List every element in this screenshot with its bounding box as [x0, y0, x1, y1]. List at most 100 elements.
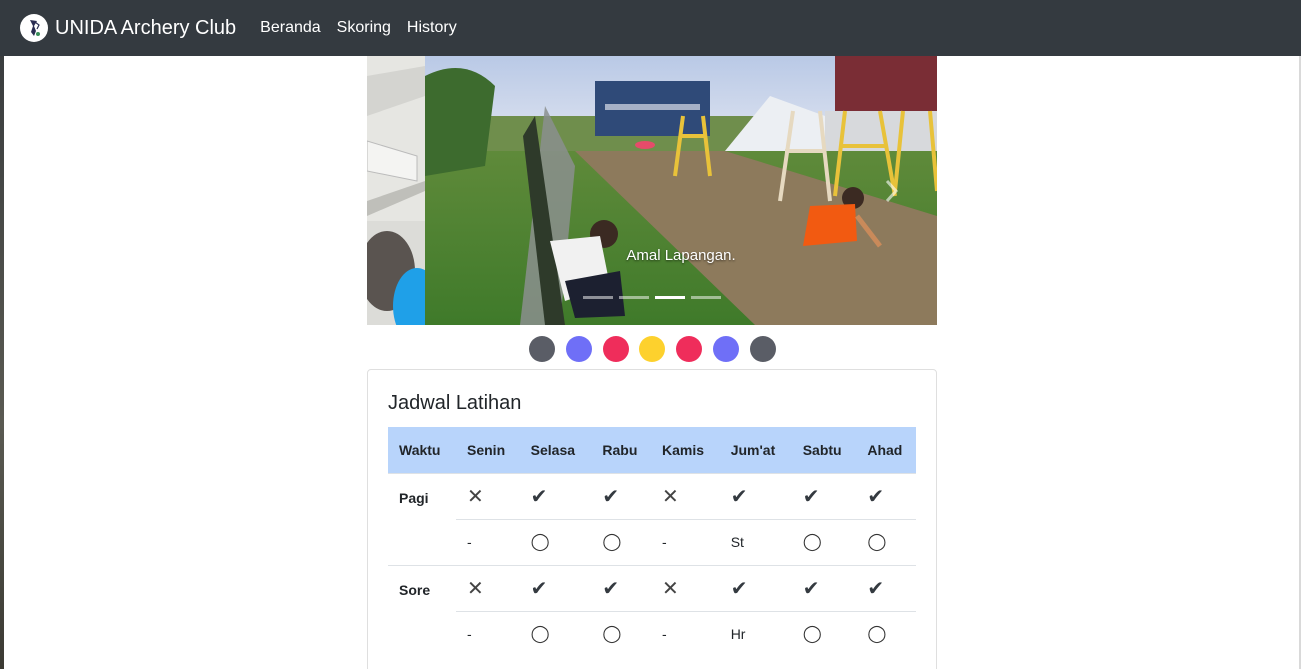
- check-icon: ✔: [602, 485, 620, 508]
- schedule-cell: ✔: [519, 564, 592, 611]
- schedule-cell: ✔: [856, 564, 916, 611]
- schedule-cell: ✔: [791, 472, 857, 519]
- carousel-caption: Amal Lapangan.: [626, 247, 736, 264]
- nav-link-skoring[interactable]: Skoring: [337, 19, 391, 37]
- carousel-indicator[interactable]: [691, 296, 721, 299]
- schedule-cell-text: -: [467, 534, 472, 550]
- schedule-cell: ✔: [591, 472, 651, 519]
- schedule-cell: -: [650, 518, 720, 565]
- color-dot[interactable]: [676, 336, 703, 362]
- nav-links: Beranda Skoring History: [252, 19, 465, 37]
- check-icon: ✔: [530, 485, 548, 508]
- schedule-cell: ◯: [856, 610, 916, 657]
- color-dot[interactable]: [602, 336, 629, 362]
- schedule-cell: ✔: [519, 472, 592, 519]
- header-selasa: Selasa: [519, 427, 592, 473]
- nav-link-beranda[interactable]: Beranda: [260, 19, 321, 37]
- club-logo-icon: [20, 14, 48, 42]
- schedule-cell: ◯: [791, 518, 857, 565]
- header-ahad: Ahad: [856, 427, 916, 473]
- header-kamis: Kamis: [650, 427, 720, 473]
- check-icon: ✔: [802, 485, 820, 508]
- schedule-cell: -: [650, 610, 720, 657]
- header-jumat: Jum'at: [719, 427, 792, 473]
- circle-icon: ◯: [802, 624, 822, 644]
- circle-icon: ◯: [867, 624, 887, 644]
- schedule-cell: -: [456, 610, 520, 657]
- carousel-next-button[interactable]: [882, 176, 902, 206]
- schedule-cell: ✕: [456, 564, 520, 611]
- circle-icon: ◯: [602, 624, 622, 644]
- carousel-active-slide-image: [425, 56, 937, 325]
- schedule-card: Jadwal Latihan Waktu Senin Selasa Rabu K…: [367, 369, 937, 669]
- schedule-cell-text: -: [661, 626, 667, 643]
- schedule-time-label: Pagi: [388, 472, 456, 565]
- schedule-cell-text: Hr: [730, 626, 746, 643]
- brand-title: UNIDA Archery Club: [55, 16, 237, 39]
- color-dot[interactable]: [529, 336, 555, 362]
- schedule-cell: ✔: [591, 564, 651, 611]
- check-icon: ✔: [802, 577, 820, 600]
- color-dot[interactable]: [639, 336, 666, 362]
- carousel-indicator-active[interactable]: [655, 296, 685, 299]
- header-sabtu: Sabtu: [791, 427, 857, 473]
- schedule-cell: -: [456, 518, 520, 565]
- schedule-cell: ✕: [650, 472, 720, 519]
- carousel-indicators: [583, 296, 727, 299]
- color-dot[interactable]: [565, 336, 592, 362]
- schedule-cell: ✔: [719, 564, 792, 611]
- circle-icon: ◯: [530, 532, 550, 551]
- color-dot-row: [529, 336, 787, 362]
- image-carousel[interactable]: Amal Lapangan.: [367, 56, 937, 325]
- schedule-cell: ◯: [519, 610, 592, 657]
- circle-icon: ◯: [602, 532, 622, 551]
- schedule-title: Jadwal Latihan: [388, 392, 522, 414]
- check-icon: ✔: [530, 577, 548, 600]
- schedule-cell: Hr: [719, 610, 792, 657]
- cross-icon: ✕: [661, 485, 679, 508]
- nav-link-history[interactable]: History: [407, 19, 457, 37]
- schedule-table: Waktu Senin Selasa Rabu Kamis Jum'at Sab…: [388, 427, 916, 657]
- schedule-cell: ✔: [856, 472, 916, 519]
- check-icon: ✔: [730, 485, 748, 508]
- schedule-cell: ◯: [519, 518, 592, 565]
- schedule-cell: ◯: [591, 518, 651, 565]
- schedule-cell-text: -: [661, 534, 667, 550]
- check-icon: ✔: [730, 577, 748, 600]
- schedule-cell-text: St: [730, 534, 744, 550]
- schedule-cell: ✕: [456, 472, 520, 519]
- header-senin: Senin: [456, 427, 520, 473]
- color-dot[interactable]: [712, 336, 739, 362]
- navbar: UNIDA Archery Club Beranda Skoring Histo…: [0, 0, 1301, 56]
- schedule-cell: ◯: [591, 610, 651, 657]
- schedule-cell: ✔: [719, 472, 792, 519]
- schedule-cell: ✔: [791, 564, 857, 611]
- color-dot[interactable]: [749, 336, 776, 362]
- navbar-brand[interactable]: UNIDA Archery Club: [20, 14, 236, 42]
- schedule-row: Sore ✕ ✔ ✔ ✕ ✔ ✔ ✔: [388, 564, 916, 657]
- schedule-time-label: Sore: [388, 564, 456, 657]
- cross-icon: ✕: [661, 577, 679, 600]
- page-left-edge: [0, 56, 4, 669]
- circle-icon: ◯: [802, 532, 822, 551]
- schedule-row: - ◯ ◯ - St ◯ ◯: [388, 518, 916, 565]
- cross-icon: ✕: [467, 485, 484, 508]
- circle-icon: ◯: [530, 624, 550, 644]
- header-waktu: Waktu: [388, 427, 456, 473]
- header-rabu: Rabu: [591, 427, 651, 473]
- schedule-cell-text: -: [467, 626, 472, 643]
- circle-icon: ◯: [867, 532, 887, 551]
- carousel-indicator[interactable]: [583, 296, 613, 299]
- chevron-right-icon: [885, 179, 899, 203]
- carousel-previous-slide-image: [367, 56, 425, 325]
- check-icon: ✔: [602, 577, 620, 600]
- schedule-row: Pagi ✕ ✔ ✔ ✕ ✔ ✔ ✔: [388, 472, 916, 565]
- schedule-cell: ✕: [650, 564, 720, 611]
- schedule-cell: ◯: [856, 518, 916, 565]
- carousel-indicator[interactable]: [619, 296, 649, 299]
- cross-icon: ✕: [467, 577, 484, 600]
- check-icon: ✔: [867, 577, 885, 600]
- schedule-row: - ◯ ◯ - Hr ◯ ◯: [388, 610, 916, 657]
- check-icon: ✔: [867, 485, 885, 508]
- schedule-header-row: Waktu Senin Selasa Rabu Kamis Jum'at Sab…: [388, 427, 916, 473]
